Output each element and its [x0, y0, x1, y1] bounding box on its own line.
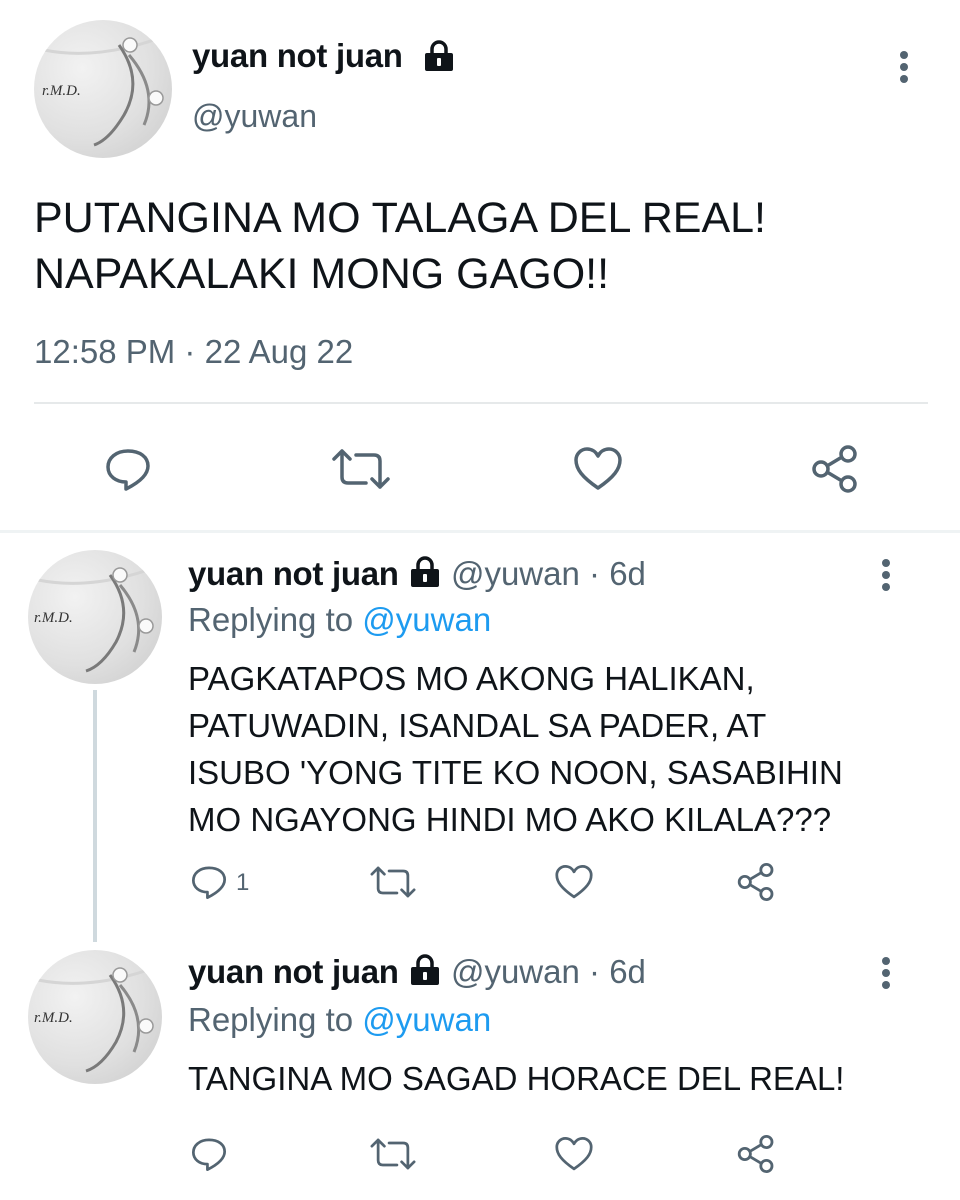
replying-prefix: Replying to	[188, 601, 354, 638]
handle[interactable]: @yuwan	[451, 953, 580, 990]
tweet-time: 12:58 PM	[34, 333, 176, 370]
reply-text-line: TANGINA MO SAGAD HORACE DEL REAL!	[188, 1060, 845, 1097]
display-name[interactable]: yuan not juan	[192, 36, 403, 76]
avatar[interactable]: r.M.D.	[34, 20, 172, 158]
reply-age[interactable]: 6d	[609, 953, 646, 990]
tweet-text-line: PUTANGINA MO TALAGA DEL REAL!	[34, 194, 767, 242]
more-icon[interactable]	[872, 558, 900, 594]
replying-to: Replying to @yuwan	[188, 600, 491, 640]
thread-line	[93, 690, 97, 942]
like-icon[interactable]	[572, 446, 624, 492]
reply-icon[interactable]	[190, 1136, 228, 1172]
reply-header: yuan not juan @yuwan · 6d	[188, 554, 646, 594]
avatar[interactable]: r.M.D.	[28, 950, 162, 1084]
lock-icon	[408, 954, 442, 986]
separator-dot: ·	[589, 953, 601, 990]
handle[interactable]: @yuwan	[451, 555, 580, 592]
divider	[34, 402, 928, 404]
lock-icon	[422, 40, 456, 72]
reply-text-line: PAGKATAPOS MO AKONG HALIKAN,	[188, 660, 755, 697]
lock-icon	[408, 556, 442, 588]
reply-icon[interactable]	[104, 446, 152, 492]
svg-text:r.M.D.: r.M.D.	[42, 83, 81, 99]
retweet-icon[interactable]	[368, 864, 418, 900]
like-icon[interactable]	[553, 864, 595, 900]
svg-text:r.M.D.: r.M.D.	[34, 1010, 73, 1026]
share-icon[interactable]	[736, 1134, 776, 1174]
reply-text-line: ISUBO 'YONG TITE KO NOON, SASABIHIN	[188, 754, 843, 791]
svg-text:r.M.D.: r.M.D.	[34, 610, 73, 626]
timestamp[interactable]: 12:58 PM · 22 Aug 22	[34, 332, 353, 372]
retweet-icon[interactable]	[368, 1136, 418, 1172]
replying-to: Replying to @yuwan	[188, 1000, 491, 1040]
replying-to-link[interactable]: @yuwan	[362, 1001, 491, 1038]
reply-text-line: PATUWADIN, ISANDAL SA PADER, AT	[188, 707, 767, 744]
separator-dot: ·	[589, 555, 601, 592]
reply-text-line: MO NGAYONG HINDI MO AKO KILALA???	[188, 801, 832, 838]
share-icon[interactable]	[810, 444, 860, 494]
replying-prefix: Replying to	[188, 1001, 354, 1038]
avatar[interactable]: r.M.D.	[28, 550, 162, 684]
reply-icon[interactable]	[190, 864, 228, 900]
tweet-date: 22 Aug 22	[204, 333, 354, 370]
reply-age[interactable]: 6d	[609, 555, 646, 592]
reply-header: yuan not juan @yuwan · 6d	[188, 952, 646, 992]
reply-count: 1	[236, 869, 250, 896]
more-icon[interactable]	[872, 956, 900, 992]
retweet-icon[interactable]	[330, 446, 392, 492]
section-divider	[0, 530, 960, 533]
separator-dot: ·	[184, 333, 196, 370]
handle[interactable]: @yuwan	[192, 96, 317, 136]
display-name[interactable]: yuan not juan	[188, 953, 399, 990]
replying-to-link[interactable]: @yuwan	[362, 601, 491, 638]
tweet-text-line: NAPAKALAKI MONG GAGO!!	[34, 250, 610, 298]
like-icon[interactable]	[553, 1136, 595, 1172]
display-name[interactable]: yuan not juan	[188, 555, 399, 592]
more-icon[interactable]	[890, 50, 918, 86]
share-icon[interactable]	[736, 862, 776, 902]
